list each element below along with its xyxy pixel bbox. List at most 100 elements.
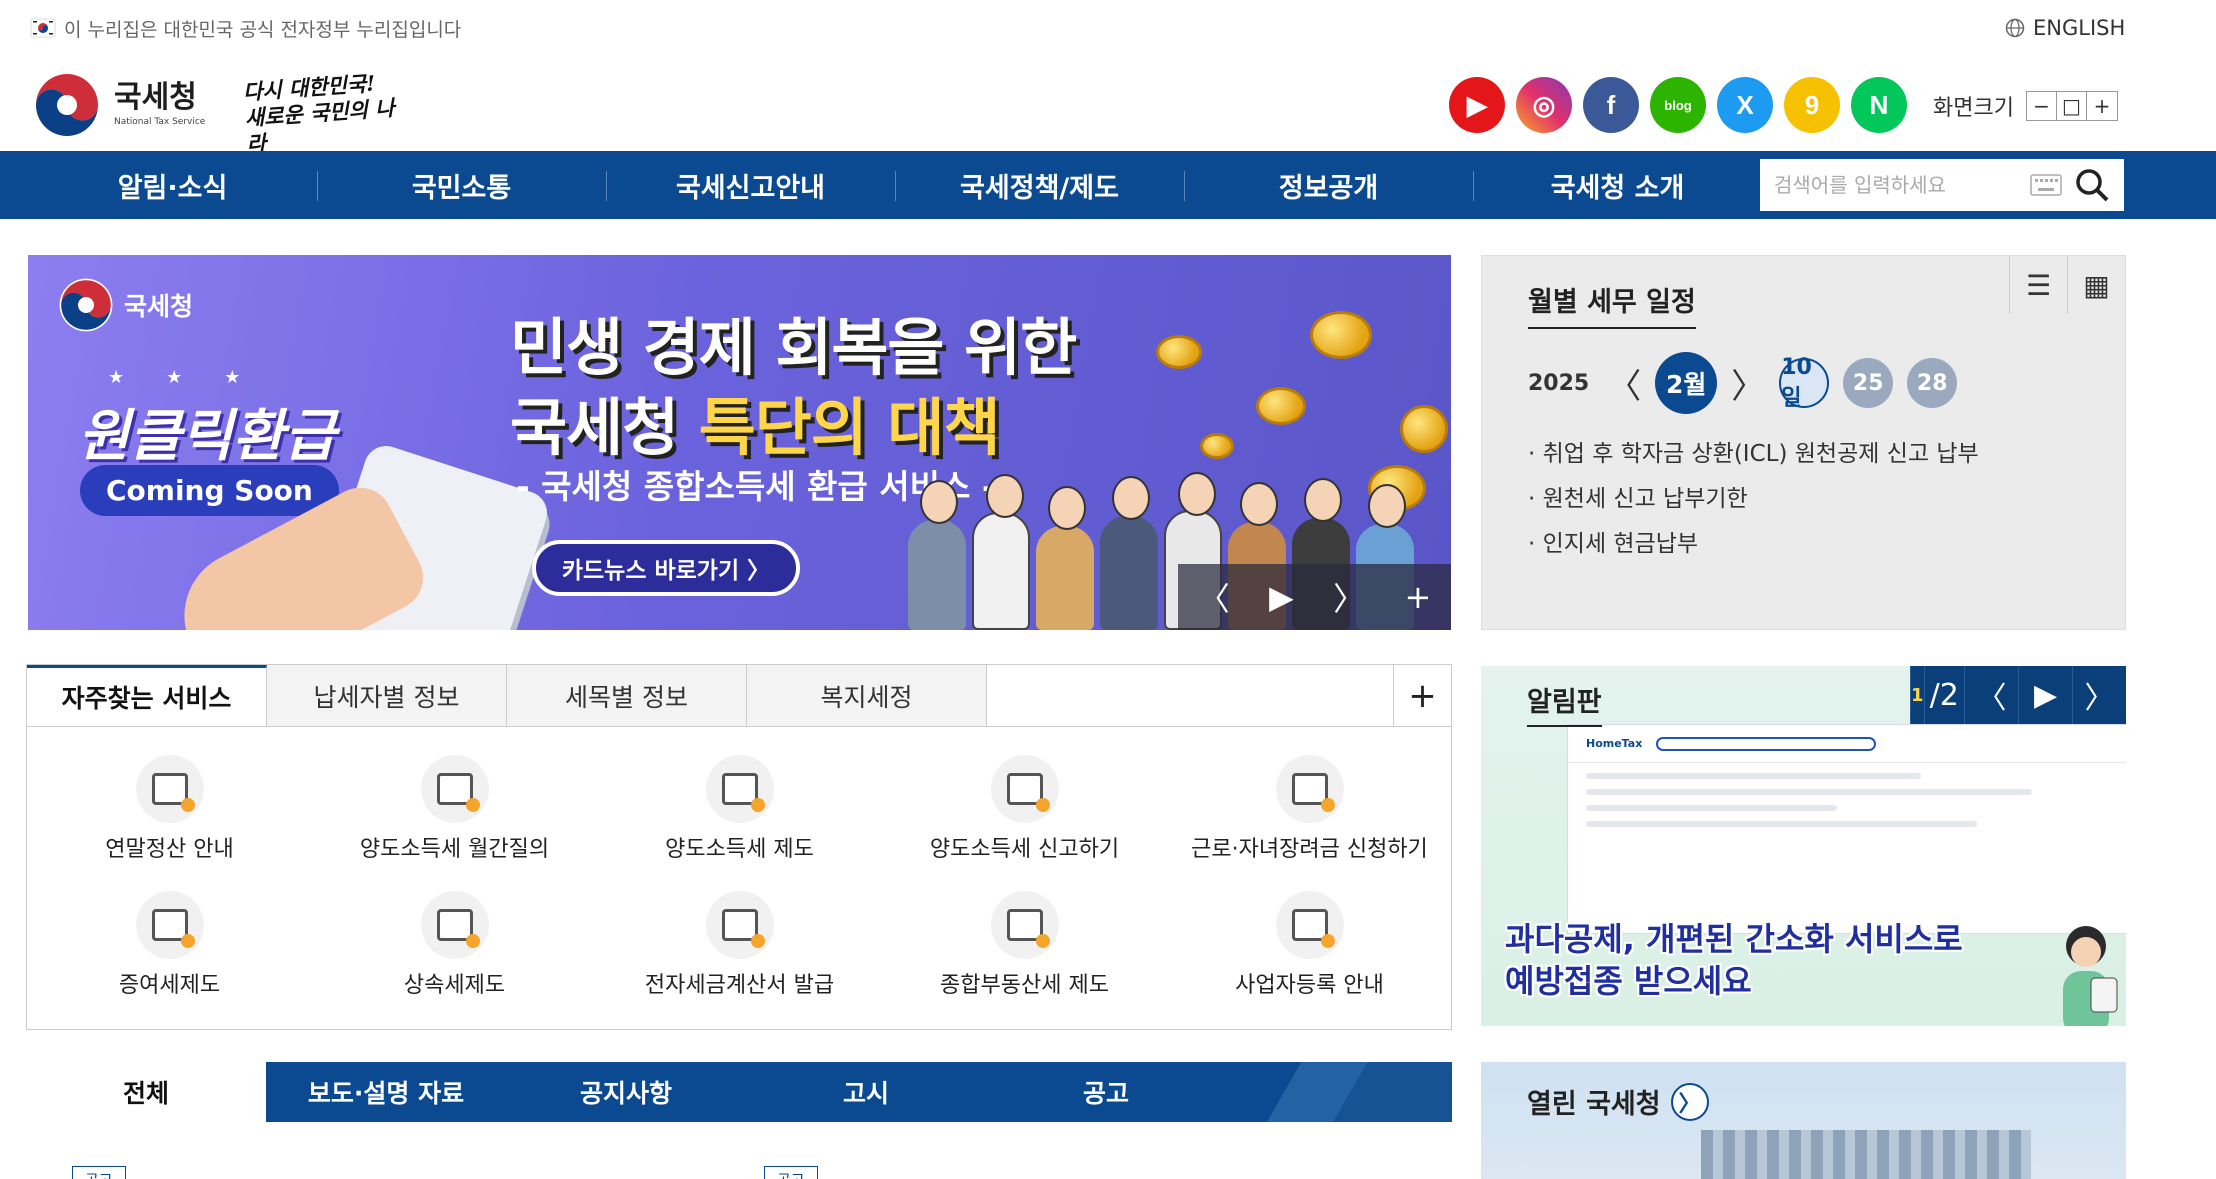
service-icon <box>420 755 489 823</box>
schedule-item[interactable]: 원천세 신고 납부기한 <box>1528 477 1979 522</box>
tab-public-notice[interactable]: 공고 <box>986 1062 1226 1122</box>
schedule-day-selected[interactable]: 10일 <box>1779 355 1830 411</box>
instagram-icon[interactable]: ◎ <box>1516 77 1572 133</box>
kakao-story-icon[interactable]: 9 <box>1784 77 1840 133</box>
search-icon[interactable] <box>2074 167 2110 203</box>
tab-announcement[interactable]: 고시 <box>746 1062 986 1122</box>
banner-next-button[interactable]: 〉 <box>1333 574 1365 620</box>
board-title: 알림판 <box>1527 680 1602 727</box>
social-links: ▶ ◎ f blog X 9 N <box>1449 77 1907 133</box>
blog-icon[interactable]: blog <box>1650 77 1706 133</box>
schedule-day[interactable]: 25 <box>1843 358 1894 408</box>
nav-item-tax-policy[interactable]: 국세정책/제도 <box>895 151 1184 219</box>
font-size-control: 화면크기 − □ + <box>1933 90 2118 122</box>
schedule-item[interactable]: 취업 후 학자금 상환(ICL) 원천공제 신고 납부 <box>1528 432 1979 477</box>
nav-item-communication[interactable]: 국민소통 <box>317 151 606 219</box>
schedule-day[interactable]: 28 <box>1907 358 1958 408</box>
board-prev-button[interactable]: 〈 <box>1964 666 2018 724</box>
nav-item-disclosure[interactable]: 정보공개 <box>1184 151 1473 219</box>
service-item[interactable]: 증여세제도 <box>27 891 312 999</box>
schedule-item[interactable]: 인지세 현금납부 <box>1528 522 1979 567</box>
service-item[interactable]: 양도소득세 제도 <box>597 755 882 863</box>
nav-item-news[interactable]: 알림·소식 <box>28 151 317 219</box>
list-view-icon[interactable]: ☰ <box>2009 256 2067 314</box>
open-nts-panel[interactable]: 열린 국세청 〉 <box>1481 1062 2126 1179</box>
gov-notice-text[interactable]: 이 누리집은 대한민국 공식 전자정부 누리집입니다 <box>64 15 461 42</box>
font-size-decrease-button[interactable]: − <box>2027 92 2057 120</box>
service-label: 사업자등록 안내 <box>1235 973 1384 998</box>
taegeuk-logo-icon <box>34 72 100 138</box>
globe-icon <box>2005 18 2025 38</box>
coin-icon <box>1256 387 1306 425</box>
service-item[interactable]: 사업자등록 안내 <box>1167 891 1452 999</box>
schedule-year: 2025 <box>1528 370 1590 396</box>
banner-play-button[interactable]: ▶ <box>1269 578 1294 616</box>
banner-one-click: 원클릭환급 <box>78 404 336 469</box>
nts-logo[interactable]: 국세청 National Tax Service <box>32 70 205 140</box>
tab-press-release[interactable]: 보도·설명 자료 <box>266 1062 506 1122</box>
board-next-button[interactable]: 〉 <box>2072 666 2126 724</box>
service-label: 상속세제도 <box>403 973 506 998</box>
service-label: 연말정산 안내 <box>105 837 234 862</box>
search-box <box>1760 159 2124 211</box>
banner-prev-button[interactable]: 〈 <box>1198 574 1230 620</box>
service-item[interactable]: 양도소득세 신고하기 <box>882 755 1167 863</box>
tab-frequent-services[interactable]: 자주찾는 서비스 <box>27 665 267 726</box>
font-size-increase-button[interactable]: + <box>2087 92 2117 120</box>
next-month-icon[interactable]: 〉 <box>1731 359 1765 408</box>
facebook-icon[interactable]: f <box>1583 77 1639 133</box>
keyboard-icon[interactable] <box>2030 174 2062 196</box>
banner-title-line-1: 민생 경제 회복을 위한 <box>510 311 1077 384</box>
service-item[interactable]: 근로·자녀장려금 신청하기 <box>1167 755 1452 863</box>
nav-item-tax-filing[interactable]: 국세신고안내 <box>606 151 895 219</box>
font-size-label: 화면크기 <box>1933 96 2014 121</box>
notice-board[interactable]: HomeTax 알림판 1/2 〈 ▶ 〉 과다공제, 개편된 간소화 서비스로… <box>1481 666 2126 1026</box>
board-page-total: /2 <box>1923 666 1964 724</box>
service-icon <box>420 891 489 959</box>
nav-item-about[interactable]: 국세청 소개 <box>1473 151 1762 219</box>
service-label: 증여세제도 <box>118 973 221 998</box>
news-item[interactable]: 공고 <box>72 1166 126 1179</box>
news-badge: 공고 <box>72 1166 126 1179</box>
prev-month-icon[interactable]: 〈 <box>1607 359 1641 408</box>
tab-taxpayer-info[interactable]: 납세자별 정보 <box>267 665 507 726</box>
logo-subtitle: National Tax Service <box>114 117 206 127</box>
board-text-line-2: 예방접종 받으세요 <box>1505 962 1752 1000</box>
current-month: 2월 <box>1655 352 1718 414</box>
board-page-current: 1 <box>1911 684 1924 706</box>
language-link[interactable]: ENGLISH <box>2005 16 2125 40</box>
services-more-button[interactable]: + <box>1393 665 1451 726</box>
card-news-button[interactable]: 카드뉴스 바로가기 〉 <box>532 540 800 596</box>
service-icon <box>705 755 774 823</box>
service-item[interactable]: 연말정산 안내 <box>27 755 312 863</box>
tab-welfare-tax[interactable]: 복지세정 <box>747 665 987 726</box>
news-panel: 전체 보도·설명 자료 공지사항 고시 공고 공고 공고 <box>26 1062 1452 1179</box>
tab-tax-type-info[interactable]: 세목별 정보 <box>507 665 747 726</box>
tab-all[interactable]: 전체 <box>26 1062 266 1122</box>
service-icon <box>1275 755 1344 823</box>
main-banner[interactable]: 국세청 ★★★ 원클릭환급 Coming Soon 민생 경제 회복을 위한 국… <box>28 255 1451 630</box>
naver-icon[interactable]: N <box>1851 77 1907 133</box>
chevron-right-icon[interactable]: 〉 <box>1670 1082 1709 1121</box>
banner-more-button[interactable]: + <box>1404 578 1431 616</box>
news-item[interactable]: 공고 <box>764 1166 818 1179</box>
hometax-screenshot: HomeTax <box>1567 724 2126 934</box>
service-item[interactable]: 양도소득세 월간질의 <box>312 755 597 863</box>
board-play-button[interactable]: ▶ <box>2018 666 2072 724</box>
search-input[interactable] <box>1774 173 2024 197</box>
slogan: 다시 대한민국! 새로운 국민의 나라 <box>242 68 406 156</box>
tab-notices[interactable]: 공지사항 <box>506 1062 746 1122</box>
board-text-line-1: 과다공제, 개편된 간소화 서비스로 <box>1505 920 1963 958</box>
banner-stars: ★★★ <box>108 367 283 388</box>
logo-name: 국세청 <box>114 80 197 115</box>
service-item[interactable]: 상속세제도 <box>312 891 597 999</box>
youtube-icon[interactable]: ▶ <box>1449 77 1505 133</box>
news-badge: 공고 <box>764 1166 818 1179</box>
service-item[interactable]: 전자세금계산서 발급 <box>597 891 882 999</box>
banner-title-highlight: 특단의 대책 <box>698 391 1001 464</box>
service-item[interactable]: 종합부동산세 제도 <box>882 891 1167 999</box>
calendar-view-icon[interactable]: ▦ <box>2067 256 2125 314</box>
board-controls: 1/2 〈 ▶ 〉 <box>1910 666 2126 724</box>
x-icon[interactable]: X <box>1717 77 1773 133</box>
font-size-reset-button[interactable]: □ <box>2057 92 2087 120</box>
